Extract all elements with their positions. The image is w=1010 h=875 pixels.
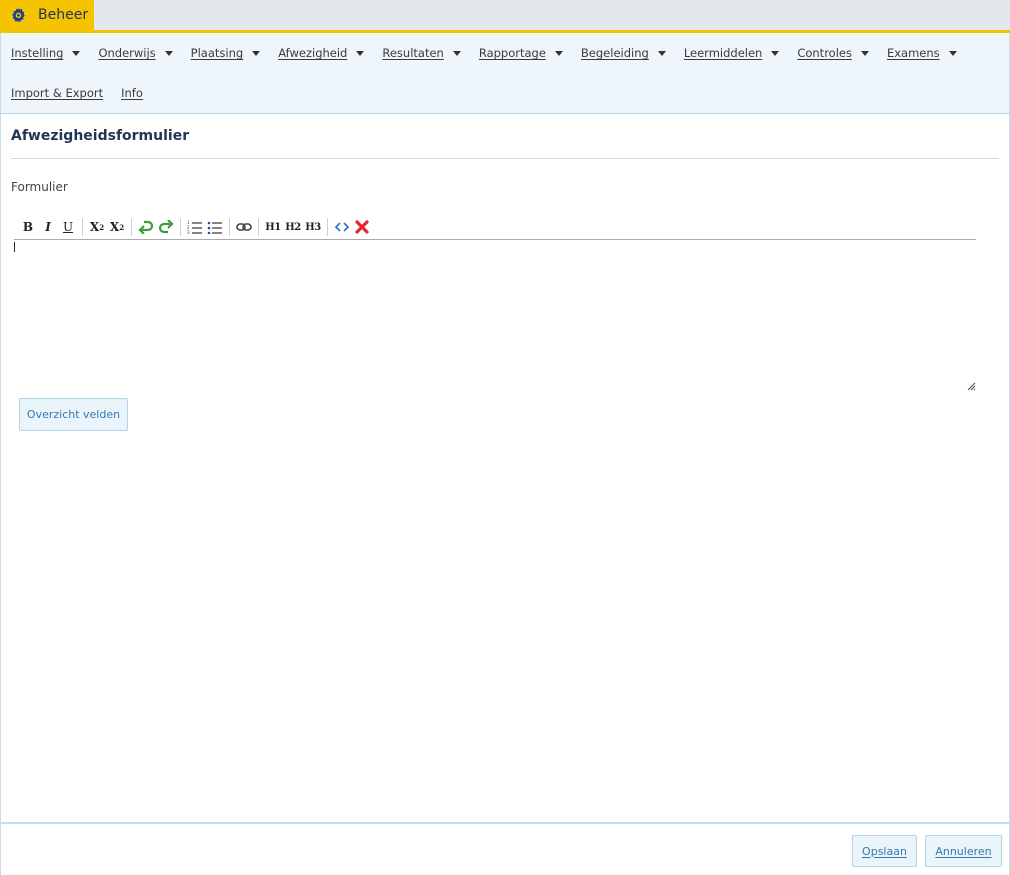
- menu-label: Plaatsing: [190, 46, 244, 60]
- remove-format-icon[interactable]: [352, 217, 372, 237]
- top-bar: [0, 0, 1010, 30]
- menu-item-onderwijs[interactable]: Onderwijs: [98, 46, 173, 60]
- superscript-letter: X: [109, 220, 120, 234]
- caret-down-icon: [356, 50, 365, 56]
- italic-icon[interactable]: I: [38, 217, 58, 237]
- caret-down-icon: [860, 50, 869, 56]
- toolbar-divider: [180, 218, 181, 236]
- undo-icon[interactable]: [136, 217, 156, 237]
- h2-icon[interactable]: H2: [283, 217, 303, 237]
- caret-down-icon: [948, 50, 957, 56]
- toolbar-divider: [82, 218, 83, 236]
- ordered-list-icon[interactable]: 123: [185, 217, 205, 237]
- menu-row-1: Instelling Onderwijs Plaatsing Afwezighe…: [1, 33, 965, 73]
- menu-label: Examens: [886, 46, 940, 60]
- gear-icon: [10, 7, 27, 24]
- resize-handle-icon[interactable]: [967, 376, 976, 391]
- code-icon[interactable]: [332, 217, 352, 237]
- bold-icon[interactable]: B: [18, 217, 38, 237]
- cancel-button[interactable]: Annuleren: [925, 835, 1002, 867]
- section-label: Formulier: [11, 180, 68, 194]
- menu-label: Import & Export: [11, 86, 104, 100]
- save-button-label: Opslaan: [862, 844, 907, 858]
- toolbar-divider: [258, 218, 259, 236]
- subscript-letter: X: [89, 220, 100, 234]
- main-menu: Instelling Onderwijs Plaatsing Afwezighe…: [0, 33, 1010, 114]
- menu-label: Leermiddelen: [683, 46, 763, 60]
- rich-text-editor[interactable]: [14, 240, 976, 391]
- caret-down-icon: [657, 50, 666, 56]
- menu-item-plaatsing[interactable]: Plaatsing: [191, 46, 261, 60]
- redo-icon[interactable]: [156, 217, 176, 237]
- h1-icon[interactable]: H1: [263, 217, 283, 237]
- text-cursor: [14, 242, 15, 252]
- subscript-icon[interactable]: X2: [87, 217, 107, 237]
- menu-item-controles[interactable]: Controles: [797, 46, 869, 60]
- unordered-list-icon[interactable]: [205, 217, 225, 237]
- menu-label: Instelling: [11, 46, 64, 60]
- menu-row-2: Import & Export Info: [1, 73, 151, 113]
- menu-label: Onderwijs: [98, 46, 156, 60]
- underline-icon[interactable]: U: [58, 217, 78, 237]
- menu-item-rapportage[interactable]: Rapportage: [479, 46, 563, 60]
- superscript-icon[interactable]: X2: [107, 217, 127, 237]
- h3-icon[interactable]: H3: [303, 217, 323, 237]
- toolbar-divider: [229, 218, 230, 236]
- menu-item-info[interactable]: Info: [121, 86, 143, 100]
- link-icon[interactable]: [234, 217, 254, 237]
- tab-beheer[interactable]: Beheer: [0, 0, 94, 30]
- page-title: Afwezigheidsformulier: [11, 128, 190, 144]
- menu-item-examens[interactable]: Examens: [887, 46, 957, 60]
- menu-label: Begeleiding: [580, 46, 649, 60]
- caret-down-icon: [72, 50, 81, 56]
- caret-down-icon: [771, 50, 780, 56]
- menu-item-resultaten[interactable]: Resultaten: [382, 46, 461, 60]
- menu-item-afwezigheid[interactable]: Afwezigheid: [278, 46, 365, 60]
- menu-label: Resultaten: [382, 46, 444, 60]
- caret-down-icon: [452, 50, 461, 56]
- editor-toolbar: B I U X2 X2 123 H1 H2 H3: [18, 216, 372, 238]
- menu-label: Controles: [797, 46, 852, 60]
- menu-label: Afwezigheid: [278, 46, 348, 60]
- menu-item-import-export[interactable]: Import & Export: [11, 86, 103, 100]
- svg-text:3: 3: [187, 230, 190, 234]
- title-divider: [11, 158, 999, 159]
- menu-item-instelling[interactable]: Instelling: [11, 46, 81, 60]
- menu-item-begeleiding[interactable]: Begeleiding: [581, 46, 666, 60]
- cancel-button-label: Annuleren: [935, 844, 992, 858]
- save-button[interactable]: Opslaan: [852, 835, 917, 867]
- menu-label: Rapportage: [478, 46, 546, 60]
- caret-down-icon: [554, 50, 563, 56]
- tab-beheer-label: Beheer: [38, 7, 89, 23]
- overzicht-velden-button[interactable]: Overzicht velden: [19, 398, 128, 431]
- menu-label: Info: [121, 86, 143, 100]
- caret-down-icon: [252, 50, 261, 56]
- toolbar-divider: [327, 218, 328, 236]
- menu-item-leermiddelen[interactable]: Leermiddelen: [684, 46, 780, 60]
- toolbar-divider: [131, 218, 132, 236]
- caret-down-icon: [164, 50, 173, 56]
